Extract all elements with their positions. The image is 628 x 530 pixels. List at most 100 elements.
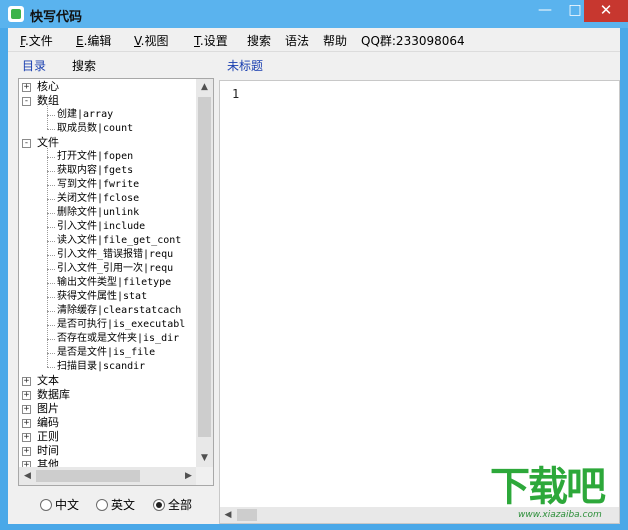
- function-tree: + 核心 - 数组 创建|array 取成员数|count - 文件 打开文件|fopen 获取内…: [18, 78, 214, 486]
- tree-item[interactable]: 获取内容|fgets: [19, 164, 133, 178]
- tree-category[interactable]: + 文本: [19, 374, 59, 388]
- tree-item[interactable]: 输出文件类型|filetype: [19, 276, 171, 290]
- tree-category[interactable]: + 核心: [19, 80, 59, 94]
- tree-horizontal-scrollbar[interactable]: ◀ ▶: [19, 467, 197, 485]
- tree-item[interactable]: 读入文件|file_get_cont: [19, 234, 181, 248]
- expand-icon[interactable]: +: [22, 391, 31, 400]
- tree-item[interactable]: 是否可执行|is_executabl: [19, 318, 185, 332]
- menu-bar: F.文件 E.编辑 V.视图 T.设置 搜索 语法 帮助 QQ群:233098064: [8, 28, 620, 52]
- tree-item-label: 是否是文件|is_file: [57, 347, 156, 358]
- tree-item-label: 编码: [37, 416, 59, 429]
- tree-vertical-scrollbar[interactable]: ▲ ▼: [196, 79, 213, 467]
- tree-item-label: 文本: [37, 374, 59, 387]
- tree-item[interactable]: 关闭文件|fclose: [19, 192, 139, 206]
- tree-category[interactable]: + 时间: [19, 444, 59, 458]
- menu-item-label: .视图: [140, 34, 169, 48]
- tree-connector: [47, 157, 55, 158]
- menu-item-label: 搜索: [247, 34, 272, 48]
- tree-connector: [47, 241, 55, 242]
- tree-item[interactable]: 清除缓存|clearstatcach: [19, 304, 181, 318]
- tree-item-label: 读入文件|file_get_cont: [57, 235, 182, 246]
- tree-connector: [47, 269, 55, 270]
- tree-item[interactable]: 创建|array: [19, 108, 113, 122]
- tree-item-label: 引入文件|include: [57, 221, 146, 232]
- close-button[interactable]: ✕: [584, 0, 628, 22]
- menu-item[interactable]: 帮助: [323, 32, 347, 49]
- scroll-right-icon[interactable]: ▶: [180, 467, 197, 485]
- watermark-url: www.xiazaiba.com: [518, 510, 602, 520]
- expand-icon[interactable]: +: [22, 83, 31, 92]
- tree-connector: [47, 171, 55, 172]
- tree-item-label: 文件: [37, 136, 59, 149]
- expand-icon[interactable]: +: [22, 447, 31, 456]
- tree-category[interactable]: - 文件: [19, 136, 59, 150]
- tree-item-label: 否存在或是文件夹|is_dir: [57, 333, 180, 344]
- tree-item[interactable]: 引入文件|include: [19, 220, 145, 234]
- tree-item[interactable]: 引入文件_错误报错|requ: [19, 248, 173, 262]
- scroll-down-icon[interactable]: ▼: [196, 450, 213, 467]
- scroll-corner: [196, 467, 213, 485]
- tree-item-label: 时间: [37, 444, 59, 457]
- editor-tab-title[interactable]: 未标题: [227, 57, 263, 74]
- tree-category[interactable]: + 数据库: [19, 388, 70, 402]
- expand-icon[interactable]: +: [22, 433, 31, 442]
- tree-item[interactable]: 扫描目录|scandir: [19, 360, 145, 374]
- menu-item[interactable]: E.编辑: [76, 32, 111, 49]
- menu-item[interactable]: F.文件: [20, 32, 53, 49]
- tree-item-label: 输出文件类型|filetype: [57, 277, 172, 288]
- tree-item[interactable]: 删除文件|unlink: [19, 206, 139, 220]
- tree-item-label: 引入文件_错误报错|requ: [57, 249, 174, 260]
- tab-directory[interactable]: 目录: [22, 57, 46, 74]
- tree-connector: [47, 353, 55, 354]
- collapse-icon[interactable]: -: [22, 97, 31, 106]
- radio-label: 中文: [55, 498, 80, 512]
- tree-item-label: 获取内容|fgets: [57, 165, 134, 176]
- window-title: 快写代码: [30, 10, 83, 25]
- tree-item-label: 关闭文件|fclose: [57, 193, 140, 204]
- scroll-thumb[interactable]: [198, 97, 211, 437]
- tree-item[interactable]: 写到文件|fwrite: [19, 178, 139, 192]
- tree-connector: [47, 129, 55, 130]
- scroll-thumb[interactable]: [237, 509, 257, 521]
- tree-item-label: 获得文件属性|stat: [57, 291, 148, 302]
- expand-icon[interactable]: +: [22, 419, 31, 428]
- tab-search[interactable]: 搜索: [72, 57, 96, 74]
- expand-icon[interactable]: +: [22, 377, 31, 386]
- menu-item[interactable]: 搜索: [247, 32, 271, 49]
- tree-item[interactable]: 引入文件_引用一次|requ: [19, 262, 173, 276]
- title-bar[interactable]: 快写代码 — □ ✕: [0, 0, 628, 28]
- scroll-left-icon[interactable]: ◀: [19, 467, 36, 485]
- tree-item[interactable]: 获得文件属性|stat: [19, 290, 147, 304]
- menu-item[interactable]: QQ群:233098064: [361, 32, 465, 49]
- scroll-left-icon[interactable]: ◀: [220, 507, 236, 523]
- tree-item[interactable]: 打开文件|fopen: [19, 150, 133, 164]
- scroll-up-icon[interactable]: ▲: [196, 79, 213, 96]
- radio-unchecked-icon[interactable]: [40, 499, 52, 511]
- tree-category[interactable]: + 其他: [19, 458, 59, 467]
- tree-item-label: 创建|array: [57, 109, 114, 120]
- radio-checked-icon[interactable]: [153, 499, 165, 511]
- tree-category[interactable]: + 正则: [19, 430, 59, 444]
- line-number: 1: [232, 87, 240, 101]
- tree-connector: [47, 283, 55, 284]
- tree-category[interactable]: - 数组: [19, 94, 59, 108]
- tree-category[interactable]: + 编码: [19, 416, 59, 430]
- collapse-icon[interactable]: -: [22, 139, 31, 148]
- tree-item[interactable]: 取成员数|count: [19, 122, 133, 136]
- scroll-thumb[interactable]: [36, 470, 140, 482]
- tree-connector: [47, 148, 48, 367]
- code-editor[interactable]: 1 ◀: [219, 80, 620, 524]
- menu-item[interactable]: T.设置: [194, 32, 228, 49]
- tree-connector: [47, 339, 55, 340]
- minimize-button[interactable]: —: [530, 0, 560, 22]
- tree-connector: [47, 199, 55, 200]
- tree-category[interactable]: + 图片: [19, 402, 59, 416]
- menu-item[interactable]: V.视图: [134, 32, 169, 49]
- expand-icon[interactable]: +: [22, 405, 31, 414]
- tree-item[interactable]: 是否是文件|is_file: [19, 346, 155, 360]
- tree-item[interactable]: 否存在或是文件夹|is_dir: [19, 332, 179, 346]
- menu-item[interactable]: 语法: [285, 32, 309, 49]
- tree-item-label: 打开文件|fopen: [57, 151, 134, 162]
- tree-connector: [47, 311, 55, 312]
- radio-unchecked-icon[interactable]: [96, 499, 108, 511]
